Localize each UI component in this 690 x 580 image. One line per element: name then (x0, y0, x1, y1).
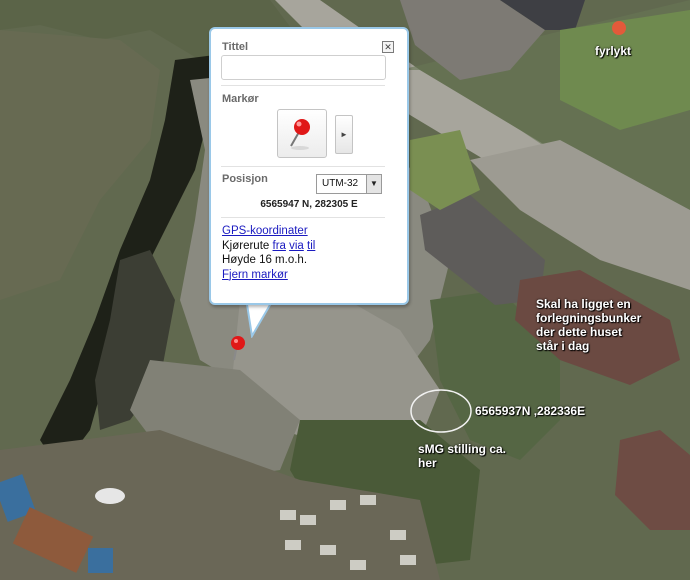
chevron-down-icon: ▼ (366, 175, 381, 193)
map-marker-icon[interactable] (229, 335, 249, 361)
route-label: Kjørerute (222, 239, 270, 252)
coordinate-note: 6565937N ,282336E (475, 404, 586, 418)
smg-note: sMG stilling ca. her (418, 442, 507, 470)
next-marker-button[interactable]: ► (335, 115, 353, 154)
route-to-link[interactable]: til (307, 240, 315, 252)
popup-links: GPS-koordinater Kjørerute fra via til Hø… (222, 224, 315, 282)
coordinates-text: 6565947 N, 282305 E (260, 199, 358, 210)
pushpin-icon (290, 119, 310, 150)
gps-coordinates-link[interactable]: GPS-koordinater (222, 225, 308, 237)
close-icon[interactable]: ✕ (382, 41, 394, 53)
marker-label: Markør (222, 93, 259, 105)
route-via-link[interactable]: via (289, 240, 304, 252)
remove-marker-link[interactable]: Fjern markør (222, 269, 288, 281)
marker-popup: ✕ Tittel Markør ► Posisjon UTM-32 ▼ 6565… (209, 27, 409, 305)
divider (221, 217, 385, 218)
lighthouse-label: fyrlykt (595, 44, 632, 58)
position-label: Posisjon (222, 173, 268, 185)
coord-system-select[interactable]: UTM-32 ▼ (316, 174, 382, 194)
title-label: Tittel (222, 41, 249, 53)
marker-style-button[interactable] (277, 109, 327, 158)
route-row: Kjørerute fra via til (222, 239, 315, 254)
divider (221, 166, 385, 167)
route-from-link[interactable]: fra (273, 240, 286, 252)
bunker-note: Skal ha ligget en forlegningsbunker der … (536, 297, 642, 353)
title-input[interactable] (221, 55, 386, 80)
height-text: Høyde 16 m.o.h. (222, 254, 308, 267)
divider (221, 85, 385, 86)
coord-system-value: UTM-32 (322, 178, 359, 189)
